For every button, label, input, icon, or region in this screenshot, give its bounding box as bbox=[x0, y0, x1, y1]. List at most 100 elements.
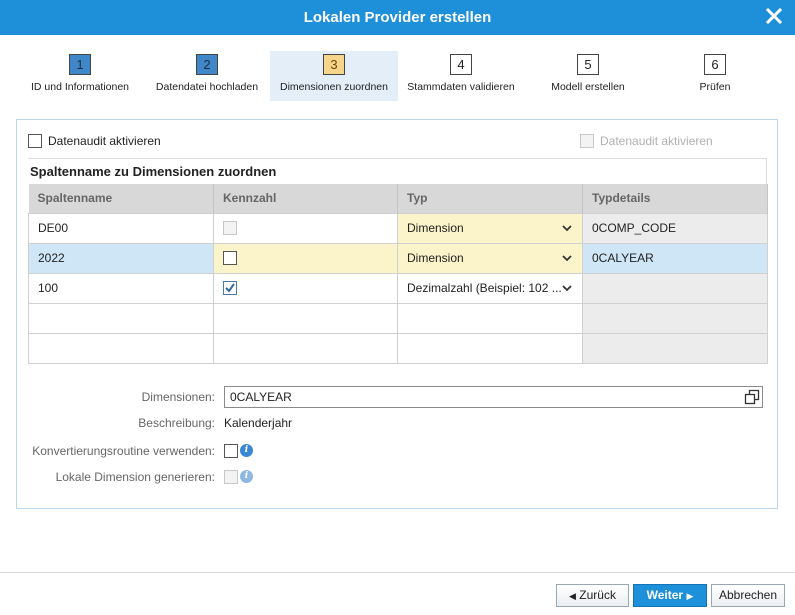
measure-checkbox-checked[interactable] bbox=[223, 281, 237, 296]
table-row[interactable]: 100 Dezimalzahl (Beispiel: 102 ... bbox=[28, 272, 768, 304]
type-dropdown[interactable]: Dimension bbox=[407, 251, 582, 265]
column-header-type[interactable]: Typ bbox=[397, 184, 583, 213]
local-dimension-row: Lokale Dimension generieren: i bbox=[17, 466, 779, 488]
step-number: 3 bbox=[323, 54, 345, 75]
cell-empty bbox=[582, 302, 768, 334]
local-dimension-label: Lokale Dimension generieren: bbox=[55, 470, 215, 484]
info-icon[interactable]: i bbox=[240, 470, 253, 484]
cell-empty bbox=[213, 302, 398, 334]
dimension-input-value: 0CALYEAR bbox=[230, 390, 292, 404]
cell-empty bbox=[28, 332, 214, 364]
step-number: 1 bbox=[69, 54, 91, 75]
table-row-empty bbox=[28, 302, 768, 334]
dialog-footer: ◀ Zurück Weiter ▶ Abbrechen bbox=[0, 572, 795, 615]
column-header-type-details[interactable]: Typdetails bbox=[582, 184, 768, 213]
measure-checkbox[interactable] bbox=[223, 251, 237, 266]
cell-empty bbox=[397, 332, 583, 364]
audit-label-disabled: Datenaudit aktivieren bbox=[600, 133, 713, 148]
chevron-down-icon bbox=[562, 284, 572, 291]
dialog-titlebar: Lokalen Provider erstellen bbox=[0, 0, 795, 35]
audit-checkbox-disabled bbox=[580, 133, 594, 148]
conversion-routine-row: Konvertierungsroutine verwenden: i bbox=[17, 440, 779, 462]
cancel-button[interactable]: Abbrechen bbox=[711, 584, 785, 607]
local-dimension-control: i bbox=[224, 469, 253, 484]
step-review[interactable]: 6 Prüfen bbox=[651, 51, 779, 101]
conversion-routine-checkbox[interactable] bbox=[224, 443, 238, 458]
mapping-title: Spaltenname zu Dimensionen zuordnen bbox=[28, 158, 767, 184]
conversion-routine-control: i bbox=[224, 443, 253, 458]
arrow-left-icon: ◀ bbox=[569, 591, 576, 601]
conversion-routine-label: Konvertierungsroutine verwenden: bbox=[32, 444, 215, 458]
cell-column-name: 2022 bbox=[28, 242, 214, 274]
type-dropdown[interactable]: Dezimalzahl (Beispiel: 102 ... bbox=[407, 281, 582, 295]
step-id-info[interactable]: 1 ID und Informationen bbox=[16, 51, 144, 101]
step-number: 2 bbox=[196, 54, 218, 75]
step-upload-data[interactable]: 2 Datendatei hochladen bbox=[143, 51, 271, 101]
checkmark-icon bbox=[225, 283, 235, 293]
step-label: Prüfen bbox=[699, 81, 731, 93]
type-dropdown-value: Dimension bbox=[407, 251, 464, 265]
audit-checkbox-left[interactable]: Datenaudit aktivieren bbox=[28, 133, 161, 148]
step-label: Stammdaten validieren bbox=[407, 81, 515, 93]
cell-type[interactable]: Dimension bbox=[397, 212, 583, 244]
dimension-input[interactable]: 0CALYEAR bbox=[224, 386, 763, 408]
step-map-dimensions[interactable]: 3 Dimensionen zuordnen bbox=[270, 51, 398, 101]
step-validate-master-data[interactable]: 4 Stammdaten validieren bbox=[397, 51, 525, 101]
mapping-table: Spaltenname Kennzahl Typ Typdetails DE00… bbox=[28, 184, 768, 364]
cell-empty bbox=[28, 302, 214, 334]
type-dropdown[interactable]: Dimension bbox=[407, 221, 582, 235]
mapping-panel: Datenaudit aktivieren Datenaudit aktivie… bbox=[16, 119, 778, 509]
back-button[interactable]: ◀ Zurück bbox=[556, 584, 629, 607]
step-label: ID und Informationen bbox=[30, 81, 130, 93]
description-row: Beschreibung: Kalenderjahr bbox=[17, 412, 779, 434]
cell-measure[interactable] bbox=[213, 272, 398, 304]
column-header-measure[interactable]: Kennzahl bbox=[213, 184, 398, 213]
back-button-label: Zurück bbox=[579, 588, 616, 602]
audit-checkbox[interactable] bbox=[28, 133, 42, 148]
type-dropdown-value: Dimension bbox=[407, 221, 464, 235]
info-icon[interactable]: i bbox=[240, 444, 253, 458]
column-header-name[interactable]: Spaltenname bbox=[28, 184, 214, 213]
cell-empty bbox=[213, 332, 398, 364]
cell-column-name: DE00 bbox=[28, 212, 214, 244]
description-value: Kalenderjahr bbox=[224, 416, 293, 430]
cell-column-name: 100 bbox=[28, 272, 214, 304]
table-row-selected[interactable]: 2022 Dimension 0CALYEAR bbox=[28, 242, 768, 274]
wizard-steps: 1 ID und Informationen 2 Datendatei hoch… bbox=[0, 35, 795, 110]
local-dimension-checkbox-disabled bbox=[224, 469, 238, 484]
measure-checkbox-disabled bbox=[223, 221, 237, 236]
table-row[interactable]: DE00 Dimension 0COMP_CODE bbox=[28, 212, 768, 244]
close-icon[interactable] bbox=[765, 7, 783, 25]
cell-empty bbox=[397, 302, 583, 334]
next-button-label: Weiter bbox=[646, 588, 684, 602]
dimension-label: Dimensionen: bbox=[141, 390, 215, 404]
audit-label: Datenaudit aktivieren bbox=[48, 133, 161, 148]
cell-measure[interactable] bbox=[213, 242, 398, 274]
step-create-model[interactable]: 5 Modell erstellen bbox=[524, 51, 652, 101]
type-dropdown-value: Dezimalzahl (Beispiel: 102 ... bbox=[407, 281, 562, 295]
audit-checkbox-right: Datenaudit aktivieren bbox=[580, 133, 713, 148]
table-header-row: Spaltenname Kennzahl Typ Typdetails bbox=[28, 184, 768, 213]
step-label: Modell erstellen bbox=[551, 81, 625, 93]
cancel-button-label: Abbrechen bbox=[718, 588, 778, 602]
cell-measure bbox=[213, 212, 398, 244]
chevron-down-icon bbox=[562, 254, 572, 261]
cell-type-details: 0CALYEAR bbox=[582, 242, 768, 274]
step-number: 6 bbox=[704, 54, 726, 75]
chevron-down-icon bbox=[562, 224, 572, 231]
cell-type-details: 0COMP_CODE bbox=[582, 212, 768, 244]
table-row-empty bbox=[28, 332, 768, 364]
value-help-icon[interactable] bbox=[744, 389, 760, 405]
step-number: 4 bbox=[450, 54, 472, 75]
arrow-right-icon: ▶ bbox=[686, 591, 694, 601]
cell-type-details bbox=[582, 272, 768, 304]
step-number: 5 bbox=[577, 54, 599, 75]
cell-empty bbox=[582, 332, 768, 364]
step-label: Dimensionen zuordnen bbox=[280, 81, 388, 93]
cell-type[interactable]: Dezimalzahl (Beispiel: 102 ... bbox=[397, 272, 583, 304]
next-button[interactable]: Weiter ▶ bbox=[633, 584, 707, 607]
cell-type[interactable]: Dimension bbox=[397, 242, 583, 274]
step-label: Datendatei hochladen bbox=[155, 81, 259, 93]
dialog-title: Lokalen Provider erstellen bbox=[303, 9, 492, 26]
description-label: Beschreibung: bbox=[138, 416, 215, 430]
